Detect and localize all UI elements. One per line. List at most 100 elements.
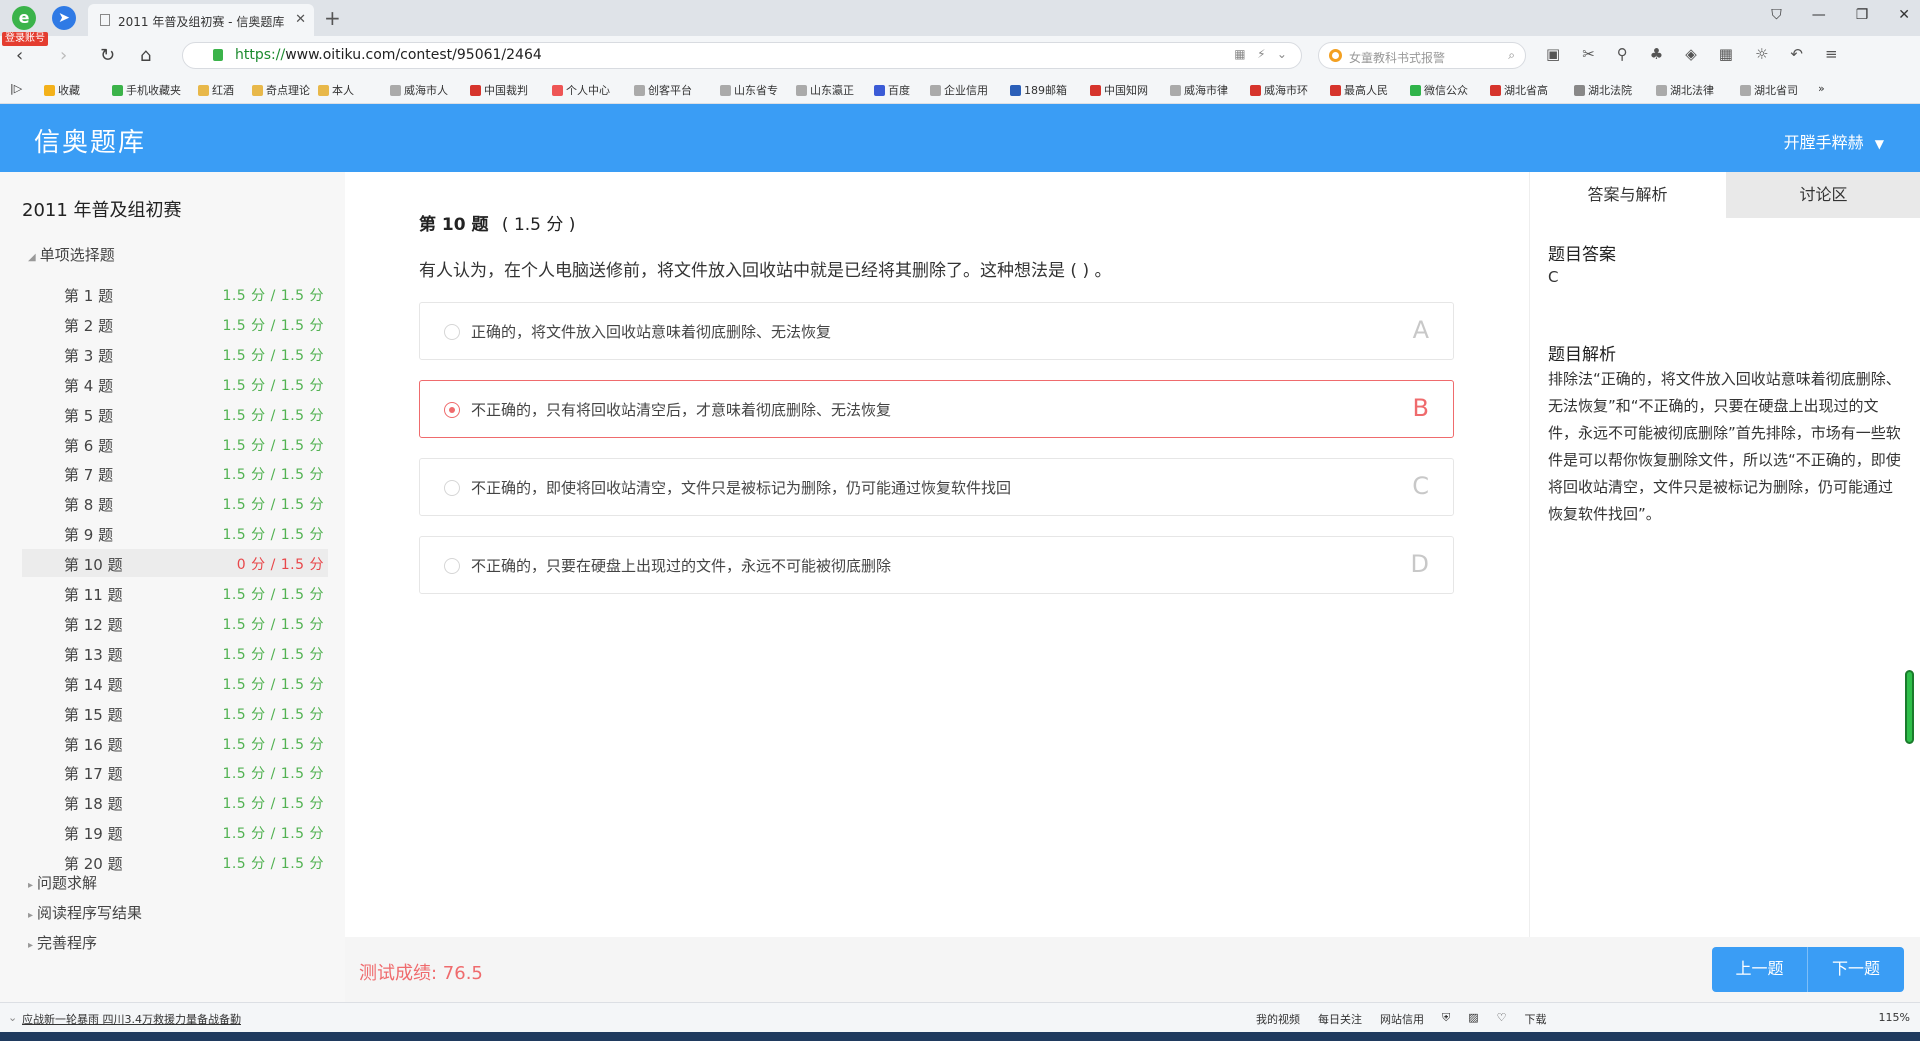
answer-option-a[interactable]: 正确的，将文件放入回收站意味着彻底删除、无法恢复 A xyxy=(419,302,1454,360)
sidebar-question-item[interactable]: 第 7 题 1.5 分 / 1.5 分 xyxy=(22,459,328,487)
new-tab-button[interactable]: + xyxy=(324,6,341,30)
sidebar-question-item[interactable]: 第 5 题 1.5 分 / 1.5 分 xyxy=(22,400,328,428)
answer-option-d[interactable]: 不正确的，只要在硬盘上出现过的文件，永远不可能被彻底删除 D xyxy=(419,536,1454,594)
my-video-link[interactable]: 我的视频 xyxy=(1256,1011,1300,1027)
url-field[interactable]: https://www.oitiku.com/contest/95061/246… xyxy=(182,42,1302,69)
translate-icon[interactable]: ▣ xyxy=(1546,45,1560,63)
search-icon[interactable]: ⌕ xyxy=(1508,48,1515,63)
radio-button[interactable] xyxy=(444,558,460,574)
close-tab-icon[interactable]: ✕ xyxy=(295,12,306,27)
heart-icon[interactable]: ♡ xyxy=(1497,1011,1507,1027)
bookmark-item[interactable]: 手机收藏夹 xyxy=(112,82,181,98)
sidebar-question-item[interactable]: 第 6 题 1.5 分 / 1.5 分 xyxy=(22,430,328,458)
sidebar-toggle-icon[interactable]: |▷ xyxy=(10,82,22,95)
bookmark-item[interactable]: 收藏 xyxy=(44,82,80,98)
bookmark-item[interactable]: 中国裁判 xyxy=(470,82,528,98)
restore-button[interactable]: ❐ xyxy=(1856,7,1869,23)
zoom-level[interactable]: 115% xyxy=(1879,1011,1910,1024)
bookmark-item[interactable]: 威海市人 xyxy=(390,82,448,98)
apps-grid-icon[interactable]: ▦ xyxy=(1719,45,1733,63)
sidebar-question-item[interactable]: 第 19 题 1.5 分 / 1.5 分 xyxy=(22,818,328,846)
sidebar-question-item[interactable]: 第 13 题 1.5 分 / 1.5 分 xyxy=(22,639,328,667)
bookmark-item[interactable]: 个人中心 xyxy=(552,82,610,98)
undo-icon[interactable]: ↶ xyxy=(1790,45,1803,63)
user-menu[interactable]: 开膛手粹赫 ▼ xyxy=(1784,129,1884,153)
daily-focus-link[interactable]: 每日关注 xyxy=(1318,1011,1362,1027)
sidebar-question-item[interactable]: 第 11 题 1.5 分 / 1.5 分 xyxy=(22,579,328,607)
tab-discussion[interactable]: 讨论区 xyxy=(1726,172,1920,218)
browser-logo-icon[interactable]: e xyxy=(12,6,36,30)
sidebar-question-item[interactable]: 第 12 题 1.5 分 / 1.5 分 xyxy=(22,609,328,637)
search-input[interactable]: 女童教科书式报警 ⌕ xyxy=(1318,42,1526,69)
sidebar-question-item[interactable]: 第 17 题 1.5 分 / 1.5 分 xyxy=(22,758,328,786)
game-icon[interactable]: ♣ xyxy=(1650,45,1663,63)
bookmark-item[interactable]: 湖北省司 xyxy=(1740,82,1798,98)
bookmark-item[interactable]: 湖北省高 xyxy=(1490,82,1548,98)
bookmark-item[interactable]: 中国知网 xyxy=(1090,82,1148,98)
bookmark-item[interactable]: 微信公众 xyxy=(1410,82,1468,98)
find-icon[interactable]: ⚲ xyxy=(1617,45,1628,63)
browser-tab[interactable]: 2011 年普及组初赛 - 信奥题库 ✕ xyxy=(88,4,314,36)
bookmark-item[interactable]: 创客平台 xyxy=(634,82,692,98)
bookmark-item[interactable]: 湖北法律 xyxy=(1656,82,1714,98)
refresh-button[interactable]: ↻ xyxy=(100,45,115,66)
answer-option-c[interactable]: 不正确的，即使将回收站清空，文件只是被标记为删除，仍可能通过恢复软件找回 C xyxy=(419,458,1454,516)
section-problem-solving[interactable]: ▸ 问题求解 xyxy=(28,872,97,893)
sidebar-question-item[interactable]: 第 9 题 1.5 分 / 1.5 分 xyxy=(22,519,328,547)
bookmark-item[interactable]: 最高人民 xyxy=(1330,82,1388,98)
bookmark-item[interactable]: 山东瀛正 xyxy=(796,82,854,98)
bookmark-item[interactable]: 威海市环 xyxy=(1250,82,1308,98)
sidebar-question-item[interactable]: 第 3 题 1.5 分 / 1.5 分 xyxy=(22,340,328,368)
radio-button[interactable] xyxy=(444,324,460,340)
prev-question-button[interactable]: 上一题 xyxy=(1712,947,1808,992)
login-badge[interactable]: 登录账号 xyxy=(2,32,48,46)
scissors-icon[interactable]: ✂ xyxy=(1582,45,1595,63)
expand-icon[interactable]: ⌄ xyxy=(8,1011,17,1024)
sidebar-question-item[interactable]: 第 4 题 1.5 分 / 1.5 分 xyxy=(22,370,328,398)
sidebar-question-item[interactable]: 第 15 题 1.5 分 / 1.5 分 xyxy=(22,699,328,727)
shield-icon[interactable]: ⛨ xyxy=(1442,1011,1450,1027)
bookmark-item[interactable]: 山东省专 xyxy=(720,82,778,98)
download-link[interactable]: 下载 xyxy=(1525,1011,1547,1027)
bookmark-item[interactable]: 百度 xyxy=(874,82,910,98)
bookmark-item[interactable]: 威海市律 xyxy=(1170,82,1228,98)
sidebar-question-item[interactable]: 第 10 题 0 分 / 1.5 分 xyxy=(22,549,328,578)
url-tools-icons[interactable]: ▦ ⚡ ⌄ xyxy=(1234,47,1287,61)
back-button[interactable]: ‹ xyxy=(16,45,23,66)
wallet-icon[interactable]: ◈ xyxy=(1685,45,1697,63)
bookmark-item[interactable]: 本人 xyxy=(318,82,354,98)
site-logo[interactable]: 信奥题库 xyxy=(34,122,146,159)
section-single-choice[interactable]: ◢ 单项选择题 xyxy=(28,244,115,265)
bookmark-item[interactable]: 红酒 xyxy=(198,82,234,98)
section-complete-program[interactable]: ▸ 完善程序 xyxy=(28,932,97,953)
bookmark-item[interactable]: 奇点理论 xyxy=(252,82,310,98)
bookmark-item[interactable]: 189邮箱 xyxy=(1010,82,1067,98)
sidebar-question-item[interactable]: 第 2 题 1.5 分 / 1.5 分 xyxy=(22,310,328,338)
minimize-button[interactable]: — xyxy=(1812,7,1826,23)
sidebar-question-item[interactable]: 第 14 题 1.5 分 / 1.5 分 xyxy=(22,669,328,697)
news-ticker-link[interactable]: 应战新一轮暴雨 四川3.4万救援力量备战备勤 xyxy=(22,1011,241,1027)
sidebar-question-item[interactable]: 第 16 题 1.5 分 / 1.5 分 xyxy=(22,729,328,757)
menu-icon[interactable]: ≡ xyxy=(1825,45,1838,63)
brightness-icon[interactable]: ☼ xyxy=(1755,45,1768,63)
home-button[interactable]: ⌂ xyxy=(140,45,151,66)
answer-option-b[interactable]: 不正确的，只有将回收站清空后，才意味着彻底删除、无法恢复 B xyxy=(419,380,1454,438)
close-window-button[interactable]: ✕ xyxy=(1898,7,1910,23)
radio-button[interactable] xyxy=(444,402,460,418)
scroll-indicator[interactable] xyxy=(1905,670,1914,744)
radio-button[interactable] xyxy=(444,480,460,496)
sidebar-question-item[interactable]: 第 8 题 1.5 分 / 1.5 分 xyxy=(22,489,328,517)
navigation-icon[interactable]: ➤ xyxy=(52,6,76,30)
tab-answer-analysis[interactable]: 答案与解析 xyxy=(1530,172,1725,218)
next-question-button[interactable]: 下一题 xyxy=(1808,947,1904,992)
sidebar-question-item[interactable]: 第 18 题 1.5 分 / 1.5 分 xyxy=(22,788,328,816)
forward-button[interactable]: › xyxy=(60,45,67,66)
bookmark-item[interactable]: 湖北法院 xyxy=(1574,82,1632,98)
bookmark-item[interactable]: 企业信用 xyxy=(930,82,988,98)
site-credit-link[interactable]: 网站信用 xyxy=(1380,1011,1424,1027)
section-read-program[interactable]: ▸ 阅读程序写结果 xyxy=(28,902,142,923)
image-icon[interactable]: ▨ xyxy=(1468,1011,1478,1027)
skin-icon[interactable]: ⛉ xyxy=(1771,7,1782,23)
sidebar-question-item[interactable]: 第 1 题 1.5 分 / 1.5 分 xyxy=(22,280,328,308)
more-bookmarks-icon[interactable]: » xyxy=(1818,82,1825,95)
